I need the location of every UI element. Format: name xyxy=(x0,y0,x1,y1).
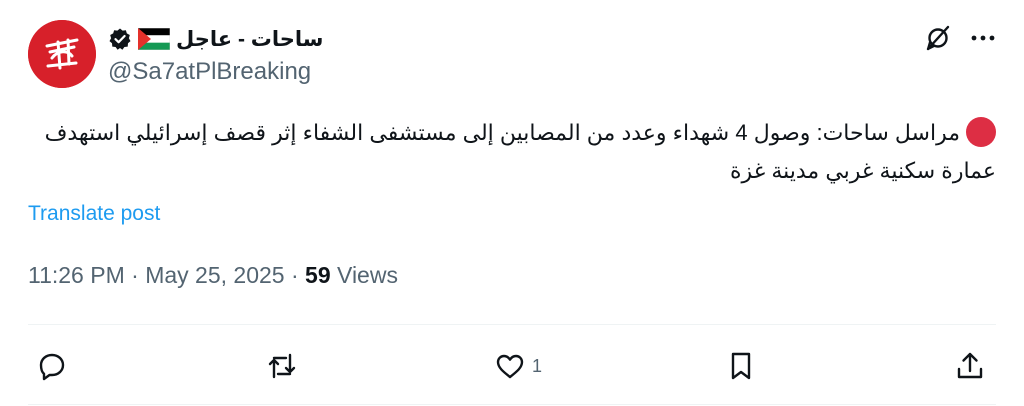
meta-separator: · xyxy=(131,262,146,288)
share-button[interactable] xyxy=(954,346,986,386)
avatar[interactable] xyxy=(28,20,96,88)
tweet-time[interactable]: 11:26 PM xyxy=(28,262,125,288)
reply-button[interactable] xyxy=(36,346,68,386)
tweet-text: مراسل ساحات: وصول 4 شهداء وعدد من المصاب… xyxy=(28,114,996,190)
verified-badge-icon xyxy=(108,27,132,51)
divider xyxy=(28,404,996,405)
views-count: 59 xyxy=(305,262,331,288)
author-name-row: ساحات - عاجل xyxy=(108,24,323,54)
tweet-body: مراسل ساحات: وصول 4 شهداء وعدد من المصاب… xyxy=(44,120,996,183)
tweet-date[interactable]: May 25, 2025 xyxy=(145,262,284,288)
like-button[interactable]: 1 xyxy=(494,346,542,386)
bookmark-icon xyxy=(725,350,757,382)
divider xyxy=(28,324,996,325)
avatar-logo xyxy=(28,20,96,88)
translate-post-link[interactable]: Translate post xyxy=(28,202,160,226)
tweet-actions-bar: 1 xyxy=(28,346,996,386)
repost-icon xyxy=(266,350,298,382)
tweet-metadata: 11:26 PM · May 25, 2025 · 59 Views xyxy=(28,262,398,289)
grok-icon[interactable] xyxy=(924,24,952,52)
like-count: 1 xyxy=(532,355,543,376)
more-options-icon[interactable] xyxy=(968,24,998,52)
meta-separator: · xyxy=(290,262,306,288)
palestine-flag-icon xyxy=(138,28,170,50)
red-circle-emoji-icon xyxy=(966,117,996,147)
reply-icon xyxy=(36,350,68,382)
author-display-name[interactable]: ساحات - عاجل xyxy=(176,27,323,52)
author-handle[interactable]: @Sa7atPlBreaking xyxy=(108,58,311,86)
heart-icon xyxy=(494,350,526,382)
bookmark-button[interactable] xyxy=(725,346,757,386)
share-icon xyxy=(954,350,986,382)
views-label: Views xyxy=(337,262,398,288)
repost-button[interactable] xyxy=(266,346,298,386)
